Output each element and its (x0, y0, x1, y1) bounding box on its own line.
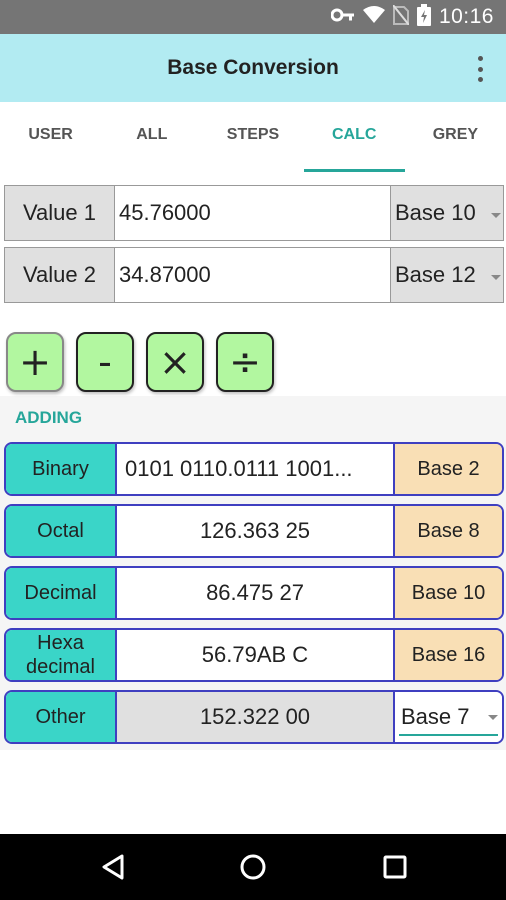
result-value: 86.475 27 (206, 580, 304, 605)
divide-button[interactable]: ÷ (216, 332, 274, 392)
tab-all[interactable]: ALL (101, 102, 202, 170)
other-base-select[interactable]: Base 7 (393, 692, 502, 742)
battery-charging-icon (416, 4, 431, 30)
result-row-other: Other 152.322 00 Base 7 (4, 690, 504, 744)
result-row-octal: Octal 126.363 25 Base 8 (4, 504, 504, 558)
tab-calc[interactable]: CALC (303, 102, 406, 172)
section-title: ADDING (15, 408, 83, 427)
status-time: 10:16 (438, 5, 494, 28)
result-label: Other (6, 692, 117, 742)
value-2-base-select[interactable]: Base 12 (390, 247, 504, 303)
result-label-line1: Hexa (37, 632, 84, 654)
more-vert-icon[interactable] (476, 56, 484, 82)
tab-steps[interactable]: STEPS (202, 102, 303, 170)
dropdown-arrow-icon (491, 213, 501, 218)
result-label: Binary (6, 444, 117, 494)
operation-buttons: + - × ÷ (6, 332, 274, 394)
add-button[interactable]: + (6, 332, 64, 392)
other-base-label: Base 7 (401, 704, 470, 729)
value-1-label: Value 1 (4, 185, 115, 241)
value-2-input[interactable]: 34.87000 (115, 247, 390, 303)
subtract-button[interactable]: - (76, 332, 134, 392)
value-1-base-select[interactable]: Base 10 (390, 185, 504, 241)
value-1-input[interactable]: 45.76000 (115, 185, 390, 241)
status-icons: 10:16 (330, 4, 494, 30)
result-value: 126.363 25 (199, 518, 311, 543)
result-label: Hexa decimal (6, 630, 117, 680)
value-2-base-label: Base 12 (395, 262, 476, 287)
result-base: Base 2 (393, 444, 502, 494)
result-value: 0101 0110.0111 1001... (125, 456, 353, 481)
tab-user[interactable]: USER (0, 102, 101, 170)
value-2-row: Value 2 34.87000 Base 12 (4, 247, 504, 303)
value-1-base-label: Base 10 (395, 200, 476, 225)
value-1-row: Value 1 45.76000 Base 10 (4, 185, 504, 241)
result-row-binary: Binary 0101 0110.0111 1001... Base 2 (4, 442, 504, 496)
app-title: Base Conversion (167, 56, 339, 79)
recents-icon[interactable] (380, 852, 410, 882)
multiply-button[interactable]: × (146, 332, 204, 392)
result-label: Octal (6, 506, 117, 556)
tab-grey[interactable]: GREY (405, 102, 506, 170)
select-underline (399, 734, 498, 736)
result-row-decimal: Decimal 86.475 27 Base 10 (4, 566, 504, 620)
no-sim-icon (392, 4, 410, 29)
status-bar: 10:16 (0, 0, 506, 34)
value-2-label: Value 2 (4, 247, 115, 303)
result-base: Base 10 (393, 568, 502, 618)
dropdown-arrow-icon (488, 715, 498, 720)
back-icon[interactable] (98, 852, 128, 882)
result-row-hexadecimal: Hexa decimal 56.79AB C Base 16 (4, 628, 504, 682)
wifi-icon (362, 6, 385, 28)
tab-bar: USER ALL STEPS CALC GREY (0, 102, 506, 172)
result-value: 56.79AB C (201, 642, 309, 667)
result-value: 152.322 00 (117, 692, 393, 742)
result-label-line2: decimal (26, 656, 95, 678)
nav-bar (0, 834, 506, 900)
home-icon[interactable] (238, 852, 268, 882)
result-label: Decimal (6, 568, 117, 618)
result-base: Base 8 (393, 506, 502, 556)
result-base: Base 16 (393, 630, 502, 680)
dropdown-arrow-icon (491, 275, 501, 280)
key-icon (330, 7, 355, 27)
app-bar: Base Conversion (0, 34, 506, 102)
